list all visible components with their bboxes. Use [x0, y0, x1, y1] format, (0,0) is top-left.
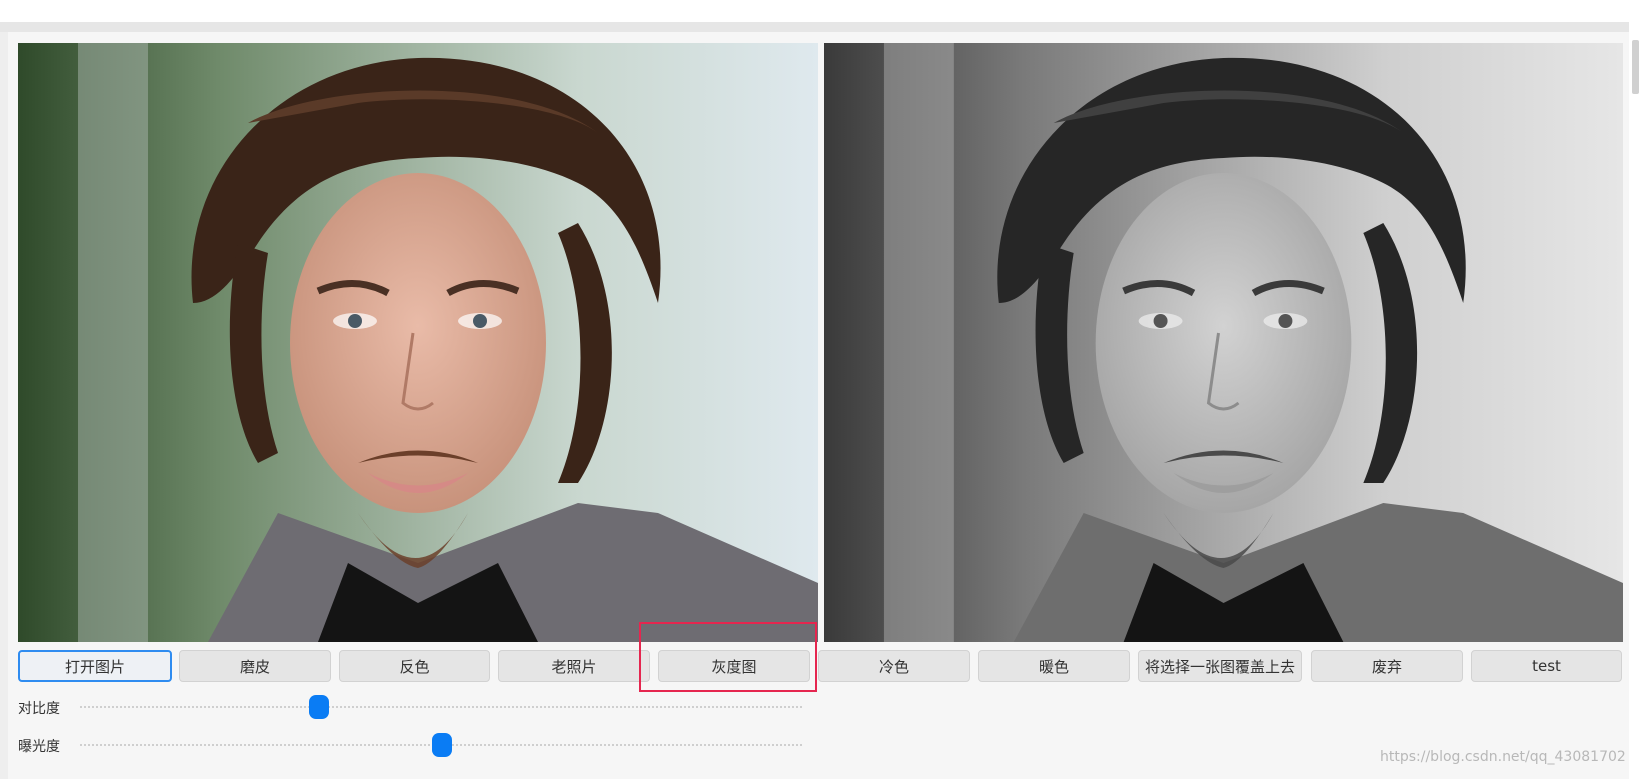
- right-frame: [1629, 0, 1641, 779]
- title-strip: [0, 22, 1641, 32]
- original-image: [18, 43, 818, 642]
- portrait-photo-grayscale: [824, 43, 1623, 642]
- warm-tone-button[interactable]: 暖色: [978, 650, 1130, 682]
- test-button[interactable]: test: [1471, 650, 1622, 682]
- contrast-slider[interactable]: [80, 706, 803, 708]
- open-image-button[interactable]: 打开图片: [18, 650, 172, 682]
- smooth-skin-button[interactable]: 磨皮: [179, 650, 331, 682]
- left-edge: [0, 32, 8, 779]
- window-top-bar: [0, 0, 1641, 22]
- processed-image: [824, 43, 1623, 642]
- contrast-label: 对比度: [18, 701, 60, 717]
- discard-button[interactable]: 废弃: [1311, 650, 1463, 682]
- portrait-photo-color: [18, 43, 818, 642]
- exposure-label: 曝光度: [18, 739, 60, 755]
- scrollbar-thumb[interactable]: [1632, 40, 1639, 94]
- watermark-text: https://blog.csdn.net/qq_43081702: [1380, 749, 1626, 765]
- overlay-image-button[interactable]: 将选择一张图覆盖上去: [1138, 650, 1302, 682]
- old-photo-button[interactable]: 老照片: [498, 650, 650, 682]
- exposure-slider-handle[interactable]: [431, 733, 452, 757]
- highlight-annotation: [639, 622, 817, 692]
- contrast-slider-handle[interactable]: [308, 695, 329, 719]
- cool-tone-button[interactable]: 冷色: [818, 650, 970, 682]
- invert-color-button[interactable]: 反色: [339, 650, 490, 682]
